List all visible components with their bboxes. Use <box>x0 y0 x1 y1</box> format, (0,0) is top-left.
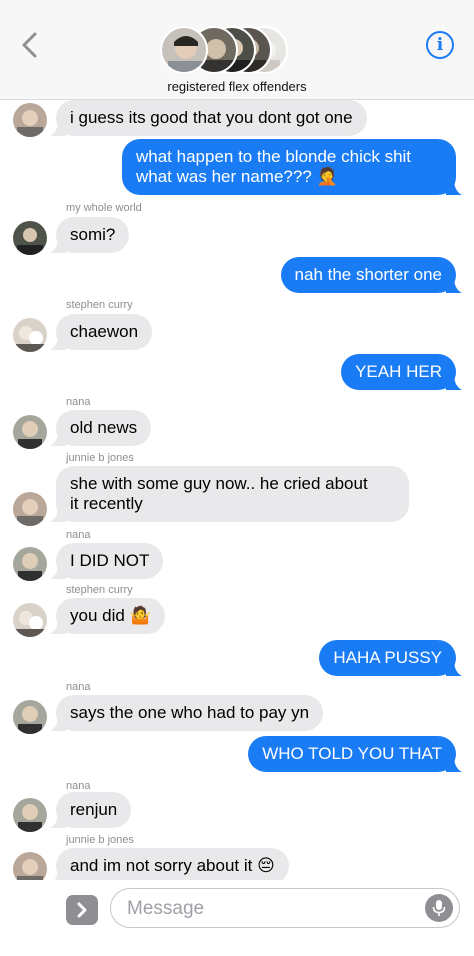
group-avatar <box>160 26 208 74</box>
message-text: WHO TOLD YOU THAT <box>262 744 442 763</box>
message-bubble-outgoing[interactable]: what happen to the blonde chick shit wha… <box>122 139 462 195</box>
sender-name: nana <box>66 780 91 792</box>
avatar[interactable] <box>13 852 47 880</box>
bubble-tail <box>446 660 462 676</box>
message-text: what was her name??? <box>136 167 312 186</box>
message-bubble-outgoing[interactable]: YEAH HER <box>341 354 462 390</box>
avatar[interactable] <box>13 798 47 832</box>
message-text: she with some guy now.. he cried about <box>70 474 368 493</box>
avatar[interactable] <box>13 415 47 449</box>
bubble-tail <box>446 374 462 390</box>
message-bubble-incoming[interactable]: renjun <box>50 792 132 828</box>
message-text: renjun <box>70 800 118 819</box>
avatar[interactable] <box>13 318 47 352</box>
message-text: you did <box>70 606 125 625</box>
message-text: says the one who had to pay yn <box>70 703 310 722</box>
bubble-tail <box>446 756 462 772</box>
message-bubble-outgoing[interactable]: WHO TOLD YOU THAT <box>248 736 462 772</box>
pensive-emoji: 😔 <box>257 856 275 876</box>
chevron-left-icon <box>22 32 37 58</box>
dictation-button[interactable] <box>425 894 453 922</box>
sender-name: stephen curry <box>66 584 133 596</box>
avatar[interactable] <box>13 103 47 137</box>
sender-name: junnie b jones <box>66 834 134 846</box>
message-bubble-incoming[interactable]: I DID NOT <box>50 543 164 579</box>
message-bubble-incoming[interactable]: old news <box>50 410 152 446</box>
bubble-tail <box>50 715 66 731</box>
message-text: it recently <box>70 494 143 513</box>
message-text: chaewon <box>70 322 139 341</box>
avatar[interactable] <box>13 221 47 255</box>
back-button[interactable] <box>18 30 42 60</box>
message-text: old news <box>70 418 138 437</box>
message-bubble-incoming[interactable]: says the one who had to pay yn <box>50 695 324 731</box>
info-icon: i <box>436 35 444 55</box>
group-avatar-stack[interactable] <box>160 26 300 76</box>
message-placeholder: Message <box>127 898 205 919</box>
bubble-tail <box>54 868 66 880</box>
message-text: I DID NOT <box>70 551 150 570</box>
sender-name: nana <box>66 681 91 693</box>
message-bubble-incoming[interactable]: somi? <box>50 217 130 253</box>
sender-name: nana <box>66 529 91 541</box>
bubble-tail <box>50 430 66 446</box>
message-bubble-outgoing[interactable]: nah the shorter one <box>280 257 462 293</box>
sender-name: my whole world <box>66 202 142 214</box>
bubble-tail <box>446 179 462 195</box>
message-text: somi? <box>70 225 116 244</box>
group-name[interactable]: registered flex offenders <box>0 79 474 94</box>
bubble-tail <box>50 563 66 579</box>
shrug-emoji: 🤷 <box>129 606 151 626</box>
microphone-icon <box>432 900 446 916</box>
message-composer: Message <box>0 880 474 956</box>
message-bubble-incoming[interactable]: i guess its good that you dont got one <box>50 100 367 136</box>
bubble-tail <box>50 334 66 350</box>
message-text: HAHA PUSSY <box>333 648 442 667</box>
bubble-tail <box>446 277 462 293</box>
avatar[interactable] <box>13 700 47 734</box>
message-text: YEAH HER <box>355 362 442 381</box>
message-text: and im not sorry about it <box>70 856 253 875</box>
message-bubble-incoming[interactable]: you did 🤷 <box>50 598 165 634</box>
message-bubble-outgoing[interactable]: HAHA PUSSY <box>319 640 462 676</box>
message-text: nah the shorter one <box>294 265 442 284</box>
message-bubble-incoming[interactable]: chaewon <box>50 314 153 350</box>
sender-name: junnie b jones <box>66 452 134 464</box>
avatar[interactable] <box>13 492 47 526</box>
info-button[interactable]: i <box>426 31 454 59</box>
apps-button[interactable] <box>66 895 98 925</box>
sender-name: stephen curry <box>66 299 133 311</box>
facepalm-emoji: 🤦 <box>316 167 338 187</box>
message-bubble-incoming[interactable]: and im not sorry about it 😔 <box>54 848 289 880</box>
avatar[interactable] <box>13 603 47 637</box>
bubble-tail <box>50 120 66 136</box>
conversation-header: registered flex offenders i <box>0 0 474 100</box>
bubble-tail <box>50 237 66 253</box>
bubble-tail <box>50 618 66 634</box>
app-store-icon <box>77 902 87 918</box>
message-bubble-incoming[interactable]: she with some guy now.. he cried about i… <box>50 466 409 522</box>
bubble-tail <box>50 812 66 828</box>
message-thread[interactable]: i guess its good that you dont got one w… <box>0 100 474 880</box>
message-text: i guess its good that you dont got one <box>70 108 353 127</box>
bubble-tail <box>50 506 66 522</box>
message-text: what happen to the blonde chick shit <box>136 147 412 166</box>
avatar[interactable] <box>13 547 47 581</box>
message-input[interactable]: Message <box>110 888 460 928</box>
sender-name: nana <box>66 396 91 408</box>
